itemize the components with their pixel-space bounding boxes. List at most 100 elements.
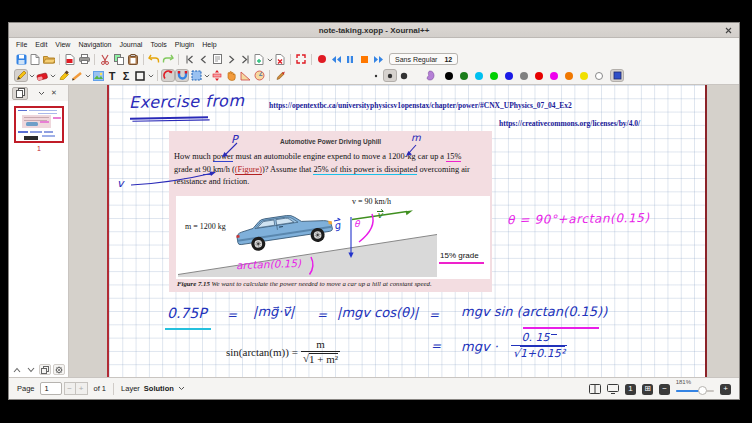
open-icon[interactable] [42, 53, 56, 66]
select-object-icon[interactable] [70, 69, 84, 82]
new-file-icon[interactable] [28, 53, 42, 66]
setsquare-icon[interactable] [238, 69, 252, 82]
sidebar-close-icon[interactable]: ✕ [51, 89, 57, 97]
zoom-out-button[interactable]: − [659, 384, 670, 395]
gray-color-swatch[interactable] [520, 72, 528, 80]
menu-tools[interactable]: Tools [150, 41, 166, 48]
pause-icon[interactable] [343, 53, 357, 66]
settings-gear-icon[interactable] [53, 364, 65, 375]
undo-icon[interactable] [147, 53, 161, 66]
layer-label: Layer [121, 384, 140, 393]
close-icon[interactable] [724, 26, 733, 35]
cyan-color-swatch[interactable] [475, 72, 483, 80]
orange-color-swatch[interactable] [565, 72, 573, 80]
layer-value[interactable]: Solution [144, 384, 174, 393]
green-color-swatch[interactable] [490, 72, 498, 80]
select-dropdown-icon[interactable] [84, 72, 91, 79]
color-picker-icon[interactable] [610, 69, 624, 82]
forward-icon[interactable] [371, 53, 385, 66]
presentation-icon[interactable] [607, 380, 619, 398]
cut-icon[interactable] [98, 53, 112, 66]
notebook-page[interactable]: Exercise from https://opentextbc.ca/univ… [107, 85, 707, 377]
page-decrement-button[interactable]: − [64, 382, 76, 395]
pen-dropdown-icon[interactable] [28, 72, 35, 79]
preview-pane-icon[interactable] [12, 87, 28, 100]
rewind-icon[interactable] [329, 53, 343, 66]
zoom-in-button[interactable]: + [720, 384, 731, 395]
yellow-color-swatch[interactable] [580, 72, 588, 80]
highlighter-tool-icon[interactable] [56, 69, 70, 82]
annotation-m: m [411, 132, 421, 143]
page-number-input[interactable]: 1 [40, 382, 62, 395]
shapes-dropdown-icon[interactable] [147, 72, 154, 79]
select-region-dropdown-icon[interactable] [203, 72, 210, 79]
thickness-fine-icon[interactable] [369, 69, 383, 82]
menu-file[interactable]: File [16, 41, 27, 48]
eraser-tool-icon[interactable] [35, 69, 49, 82]
delete-page-icon[interactable] [273, 53, 287, 66]
vertical-space-icon[interactable] [210, 69, 224, 82]
white-color-swatch[interactable] [595, 72, 603, 80]
equals-1: = [227, 308, 237, 322]
dark-green-color-swatch[interactable] [460, 72, 468, 80]
copy-icon[interactable] [112, 53, 126, 66]
magenta-color-swatch[interactable] [550, 72, 558, 80]
default-tool-icon[interactable] [273, 69, 287, 82]
first-page-icon[interactable] [182, 53, 196, 66]
menu-help[interactable]: Help [202, 41, 216, 48]
export-pdf-icon[interactable] [63, 53, 77, 66]
compass-icon[interactable] [252, 69, 266, 82]
redo-icon[interactable] [161, 53, 175, 66]
sidebar-dropdown-icon[interactable] [38, 91, 45, 96]
eraser-dropdown-icon[interactable] [49, 72, 56, 79]
thickness-medium-icon[interactable] [383, 69, 397, 82]
menu-plugin[interactable]: Plugin [175, 41, 194, 48]
math-tex-icon[interactable]: Σ [119, 69, 133, 82]
menu-journal[interactable]: Journal [119, 41, 142, 48]
move-page-up-icon[interactable] [11, 364, 23, 375]
save-icon[interactable] [14, 53, 28, 66]
handwritten-annotation-arrows [109, 85, 709, 377]
font-button[interactable]: Sans Regular 12 [389, 53, 458, 65]
select-region-icon[interactable] [189, 69, 203, 82]
paste-icon[interactable] [126, 53, 140, 66]
color-custom-icon[interactable] [423, 69, 437, 82]
hand-tool-icon[interactable] [224, 69, 238, 82]
menu-edit[interactable]: Edit [35, 41, 47, 48]
menu-navigation[interactable]: Navigation [78, 41, 111, 48]
move-page-down-icon[interactable] [25, 364, 37, 375]
last-page-icon[interactable] [238, 53, 252, 66]
snapping-icon[interactable] [175, 69, 189, 82]
page-increment-button[interactable]: + [76, 382, 88, 395]
image-tool-icon[interactable] [91, 69, 105, 82]
add-page-icon[interactable] [252, 53, 266, 66]
text-tool-icon[interactable]: T [105, 69, 119, 82]
titlebar[interactable]: note-taking.xopp - Xournal++ [9, 23, 739, 38]
blue-color-swatch[interactable] [505, 72, 513, 80]
shape-recognizer-icon[interactable] [161, 69, 175, 82]
zoom-fit-button[interactable]: ⊞ [642, 384, 653, 395]
page-thumbnail[interactable] [14, 106, 64, 143]
pen-tool-icon[interactable] [14, 69, 28, 82]
zoom-100-button[interactable]: 1 [625, 384, 636, 395]
fullscreen-icon[interactable] [294, 53, 308, 66]
annotation-p: P [231, 133, 238, 146]
red-color-swatch[interactable] [535, 72, 543, 80]
layer-copy-icon[interactable] [39, 364, 51, 375]
print-icon[interactable] [77, 53, 91, 66]
cyan-underline [165, 328, 211, 330]
stop-icon[interactable] [357, 53, 371, 66]
next-page-icon[interactable] [224, 53, 238, 66]
layer-dropdown-icon[interactable] [178, 386, 185, 391]
menu-view[interactable]: View [55, 41, 70, 48]
thickness-thick-icon[interactable] [397, 69, 411, 82]
shapes-icon[interactable] [133, 69, 147, 82]
canvas[interactable]: Exercise from https://opentextbc.ca/univ… [69, 85, 739, 377]
dual-page-icon[interactable] [589, 380, 601, 398]
black-color-swatch[interactable] [445, 72, 453, 80]
add-page-dropdown-icon[interactable] [266, 56, 273, 63]
previous-page-icon[interactable] [196, 53, 210, 66]
goto-page-icon[interactable] [210, 53, 224, 66]
record-icon[interactable] [315, 53, 329, 66]
zoom-slider[interactable] [676, 390, 714, 393]
